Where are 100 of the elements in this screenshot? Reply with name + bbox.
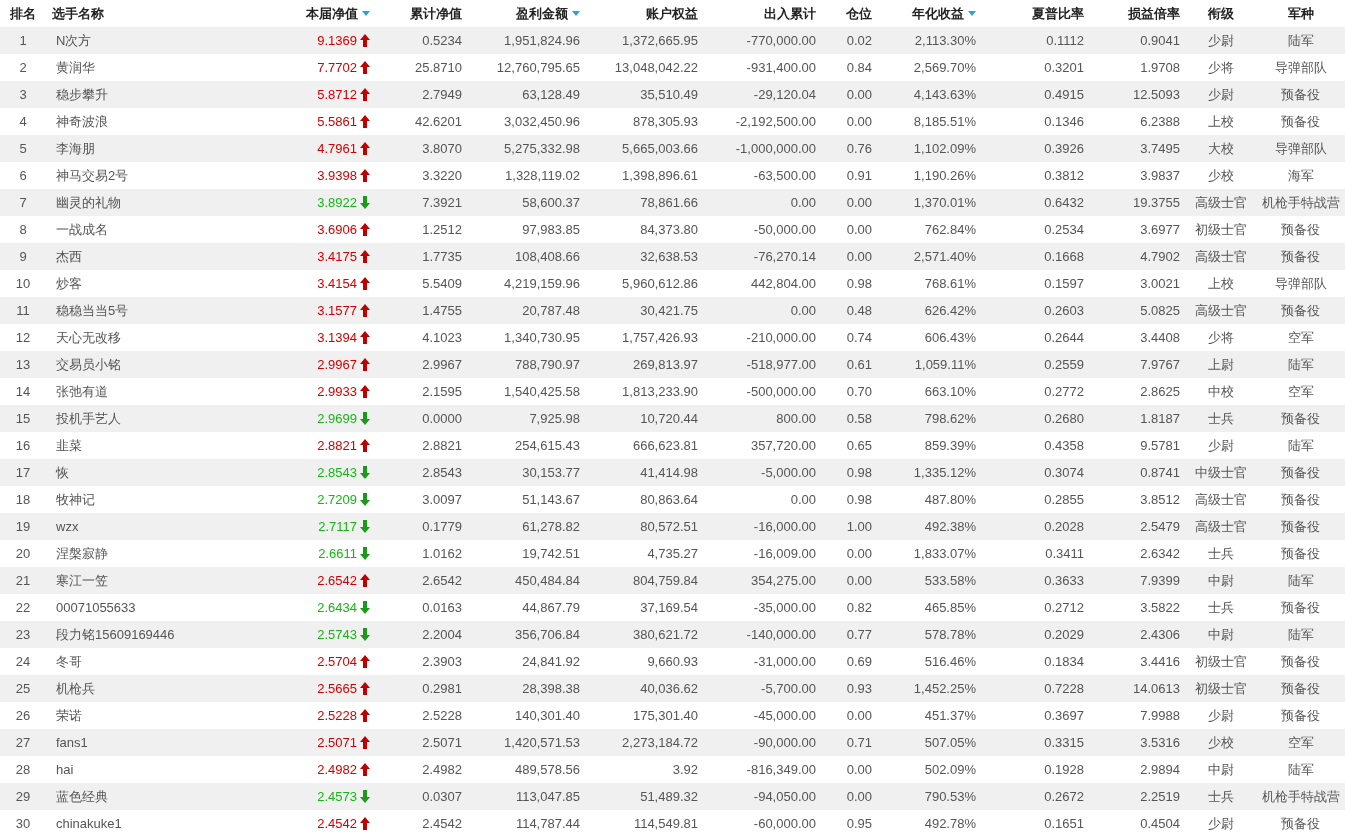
table-cell: 上校 — [1208, 275, 1234, 291]
table-cell: 中尉 — [1208, 626, 1234, 642]
table-cell: 0.3074 — [1044, 465, 1084, 480]
table-cell: 高级士官 — [1195, 194, 1247, 210]
player-name: 涅槃寂静 — [56, 545, 108, 561]
column-header[interactable]: 损益倍率 — [1128, 4, 1180, 23]
column-header[interactable]: 年化收益 — [912, 4, 976, 23]
player-name: 一战成名 — [56, 221, 108, 237]
table-cell: 预备役 — [1281, 464, 1320, 480]
table-cell: 28,398.38 — [522, 681, 580, 696]
table-cell: 2,569.70% — [913, 60, 976, 75]
player-name: 恢 — [56, 464, 69, 480]
table-cell: 0.00 — [790, 492, 816, 507]
net-value: 3.1394 — [317, 330, 357, 345]
table-cell: 13 — [15, 357, 31, 372]
table-cell: 3.7495 — [1140, 141, 1180, 156]
table-cell: 0.00 — [846, 708, 872, 723]
table-cell: 19,742.51 — [522, 546, 580, 561]
table-cell: 1,951,824.96 — [504, 33, 580, 48]
table-cell: 2.1595 — [422, 384, 462, 399]
table-cell: 254,615.43 — [514, 438, 580, 453]
table-cell: 0.00 — [846, 573, 872, 588]
table-cell: 12 — [15, 330, 31, 345]
column-header[interactable]: 账户权益 — [646, 4, 698, 23]
column-header[interactable]: 累计净值 — [410, 4, 462, 23]
table-cell: 0.00 — [846, 546, 872, 561]
down-arrow-icon — [360, 466, 370, 479]
column-header[interactable]: 出入累计 — [764, 4, 816, 23]
player-name: 李海朋 — [56, 140, 95, 156]
table-cell: 高级士官 — [1195, 248, 1247, 264]
table-cell: 516.46% — [924, 654, 976, 669]
table-cell: 中尉 — [1208, 761, 1234, 777]
table-cell: 3.6977 — [1140, 222, 1180, 237]
table-cell: 1,328,119.02 — [505, 168, 580, 183]
table-cell: -76,270.14 — [753, 249, 816, 264]
up-arrow-icon — [360, 142, 370, 155]
table-cell: 80,572.51 — [640, 519, 698, 534]
table-cell: 0.58 — [846, 411, 872, 426]
table-cell: 465.85% — [924, 600, 976, 615]
table-cell: 7.3921 — [422, 195, 462, 210]
table-cell: 0.00 — [846, 87, 872, 102]
table-cell: 626.42% — [924, 303, 976, 318]
table-cell: 0.9041 — [1140, 33, 1180, 48]
table-cell: 高级士官 — [1195, 491, 1247, 507]
up-arrow-icon — [360, 385, 370, 398]
table-cell: 2.2519 — [1140, 789, 1180, 804]
table-cell: 3.92 — [672, 762, 698, 777]
table-cell: 导弹部队 — [1274, 140, 1327, 156]
table-cell: 606.43% — [924, 330, 976, 345]
table-cell: 0.5234 — [422, 33, 462, 48]
table-cell: 0.1651 — [1044, 816, 1084, 831]
net-value: 2.7117 — [318, 519, 357, 534]
table-cell: 0.2772 — [1044, 384, 1084, 399]
column-header[interactable]: 军种 — [1287, 4, 1314, 23]
table-cell: 1,059.11% — [914, 357, 976, 372]
table-cell: 32,638.53 — [640, 249, 698, 264]
table-cell: 4,735.27 — [647, 546, 698, 561]
table-cell: 51,489.32 — [640, 789, 698, 804]
down-arrow-icon — [360, 628, 370, 641]
column-header[interactable]: 盈利金额 — [516, 4, 580, 23]
column-header[interactable]: 本届净值 — [306, 4, 370, 23]
column-header[interactable]: 衔级 — [1208, 4, 1234, 23]
table-cell: 5 — [19, 141, 27, 156]
table-cell: 1,452.25% — [913, 681, 976, 696]
column-header[interactable]: 排名 — [10, 4, 36, 23]
table-cell: 预备役 — [1281, 680, 1320, 696]
table-cell: 5,960,612.86 — [622, 276, 698, 291]
table-cell: 0.00 — [846, 195, 872, 210]
table-cell: 61,278.82 — [522, 519, 580, 534]
table-cell: 0.2981 — [422, 681, 462, 696]
table-cell: 27 — [15, 735, 31, 750]
table-cell: 0.2680 — [1044, 411, 1084, 426]
table-cell: 44,867.79 — [522, 600, 580, 615]
table-cell: 陆军 — [1287, 32, 1314, 48]
column-header[interactable]: 仓位 — [846, 4, 872, 23]
table-cell: 356,706.84 — [514, 627, 580, 642]
table-cell: 450,484.84 — [514, 573, 580, 588]
table-cell: -94,050.00 — [753, 789, 816, 804]
table-cell: 5,275,332.98 — [504, 141, 580, 156]
table-cell: 14 — [15, 384, 31, 399]
table-cell: 机枪手特战营 — [1262, 194, 1340, 210]
table-cell: 3.4416 — [1140, 654, 1180, 669]
table-cell: 1.9708 — [1140, 60, 1180, 75]
player-name: chinakuke1 — [56, 816, 122, 831]
table-cell: 30 — [15, 816, 31, 831]
table-cell: 0.2855 — [1044, 492, 1084, 507]
table-cell: 19 — [15, 519, 31, 534]
table-cell: 80,863.64 — [640, 492, 698, 507]
player-name: wzx — [56, 519, 79, 534]
column-header[interactable]: 夏普比率 — [1032, 4, 1084, 23]
table-cell: 108,408.66 — [514, 249, 580, 264]
table-cell: 1,190.26% — [913, 168, 976, 183]
table-cell: 5,665,003.66 — [622, 141, 698, 156]
table-cell: 30,421.75 — [640, 303, 698, 318]
net-value: 2.8821 — [317, 438, 357, 453]
table-cell: 2.8543 — [422, 465, 462, 480]
table-cell: 0.98 — [846, 465, 872, 480]
table-cell: 3.9837 — [1140, 168, 1180, 183]
table-cell: 26 — [15, 708, 31, 723]
column-header[interactable]: 选手名称 — [52, 4, 104, 23]
